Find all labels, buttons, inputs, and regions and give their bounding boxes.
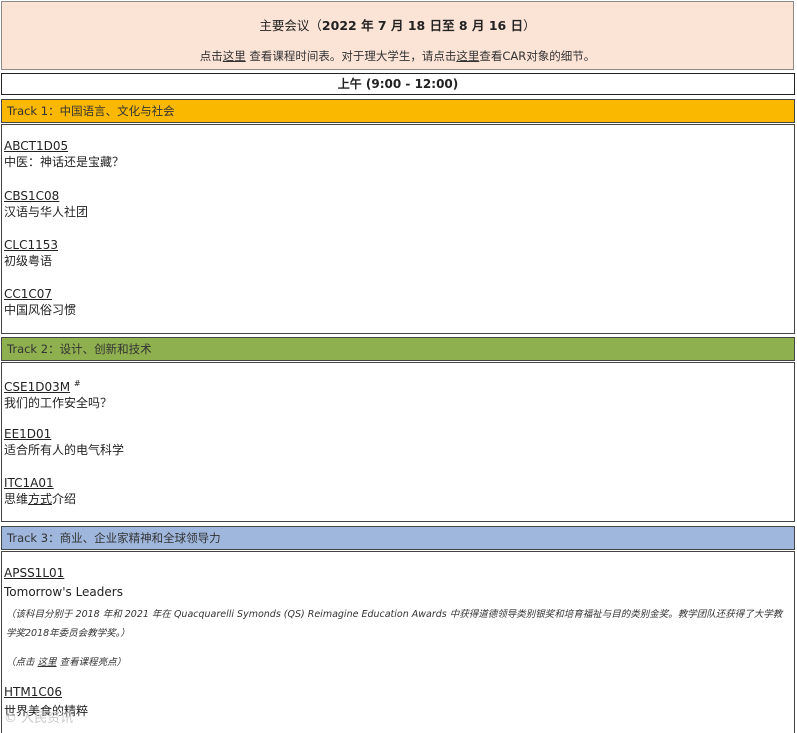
course-name: 适合所有人的电气科学 xyxy=(4,443,125,457)
course-item: CSE1D03M # 我们的工作安全吗？ xyxy=(4,376,112,411)
track-1-body: ABCT1D05 中医：神话还是宝藏？ CBS1C08 汉语与华人社团 CLC1… xyxy=(1,124,795,334)
course-code-link[interactable]: CSE1D03M xyxy=(4,380,70,394)
award-note: （该科目分别于 2018 年和 2021 年在 Quacquarelli Sym… xyxy=(6,609,783,639)
track-1-header: Track 1：中国语言、文化与社会 xyxy=(1,99,795,123)
course-code-link[interactable]: CLC1153 xyxy=(4,237,58,253)
course-name: 中医：神话还是宝藏？ xyxy=(4,155,125,169)
info-banner: 主要会议（2022 年 7 月 18 日至 8 月 16 日） 点击这里 查看课… xyxy=(1,1,794,70)
course-name: Tomorrow's Leaders xyxy=(4,585,123,599)
course-item: CLC1153 初级粤语 xyxy=(4,237,58,269)
highlight-note: （点击 这里 查看课程亮点） xyxy=(6,657,127,668)
course-name: 中国风俗习惯 xyxy=(4,303,77,317)
track-2-header: Track 2：设计、创新和技术 xyxy=(1,337,795,361)
course-item: ABCT1D05 中医：神话还是宝藏？ xyxy=(4,138,124,170)
banner-subtitle: 点击这里 查看课程时间表。对于理大学生，请点击这里查看CAR对象的细节。 xyxy=(199,49,596,63)
track-2-body: CSE1D03M # 我们的工作安全吗？ EE1D01 适合所有人的电气科学 I… xyxy=(1,362,795,522)
highlight-link[interactable]: 这里 xyxy=(38,657,57,668)
course-mark: # xyxy=(73,379,81,388)
course-code-link[interactable]: CBS1C08 xyxy=(4,188,88,204)
course-name: 初级粤语 xyxy=(4,254,53,268)
schedule-link[interactable]: 这里 xyxy=(223,49,246,63)
course-name-link[interactable]: 方式 xyxy=(28,492,52,506)
course-code-link[interactable]: APSS1L01 xyxy=(4,565,123,581)
watermark: © 人民资讯 xyxy=(4,711,74,726)
course-code-link[interactable]: HTM1C06 xyxy=(4,684,88,700)
banner-title: 主要会议（2022 年 7 月 18 日至 8 月 16 日） xyxy=(259,18,536,33)
session-header: 上午 (9:00 - 12:00) xyxy=(1,73,795,95)
track-3-header: Track 3：商业、企业家精神和全球领导力 xyxy=(1,526,795,550)
course-item: CC1C07 中国风俗习惯 xyxy=(4,286,76,318)
course-item: EE1D01 适合所有人的电气科学 xyxy=(4,426,124,458)
course-code-link[interactable]: CC1C07 xyxy=(4,286,76,302)
course-code-link[interactable]: ITC1A01 xyxy=(4,475,76,491)
course-item: CBS1C08 汉语与华人社团 xyxy=(4,188,88,220)
track-3-body: APSS1L01 Tomorrow's Leaders （该科目分别于 2018… xyxy=(1,551,795,733)
car-link[interactable]: 这里 xyxy=(456,49,479,63)
course-item: APSS1L01 Tomorrow's Leaders xyxy=(4,565,123,600)
course-code-link[interactable]: ABCT1D05 xyxy=(4,138,124,154)
banner-dates: 2022 年 7 月 18 日至 8 月 16 日 xyxy=(321,18,524,33)
course-name: 思维方式介绍 xyxy=(4,492,77,506)
course-name: 我们的工作安全吗？ xyxy=(4,396,113,410)
course-item: ITC1A01 思维方式介绍 xyxy=(4,475,76,507)
course-code-link[interactable]: EE1D01 xyxy=(4,426,124,442)
course-name: 汉语与华人社团 xyxy=(4,205,89,219)
